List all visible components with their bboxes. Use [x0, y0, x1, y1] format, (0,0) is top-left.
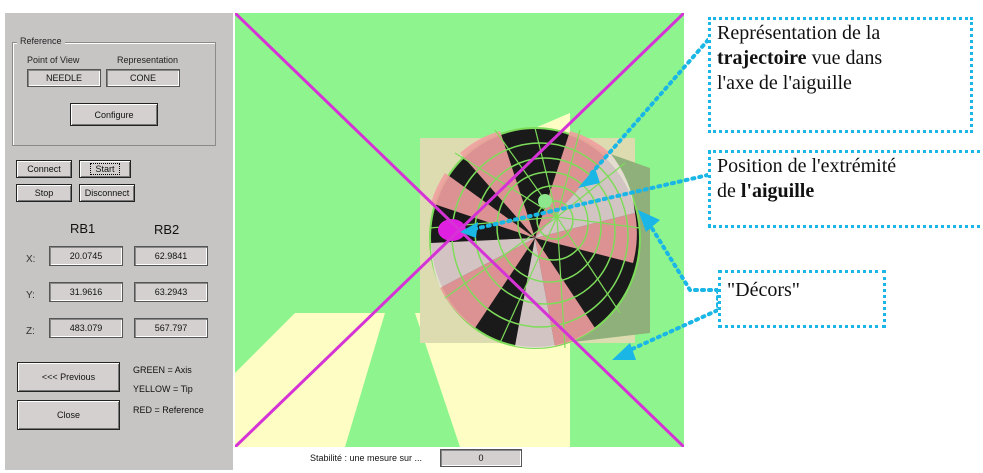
- annotation-needle-position: Position de l'extrémité de l'aiguille: [708, 150, 980, 228]
- previous-button[interactable]: <<< Previous: [17, 362, 120, 392]
- legend-green: GREEN = Axis: [133, 365, 192, 375]
- disconnect-button-label: Disconnect: [84, 188, 130, 198]
- start-button-label: Start: [90, 163, 120, 175]
- rb1-x-field: 20.0745: [49, 246, 123, 266]
- previous-button-label: <<< Previous: [41, 372, 96, 382]
- configure-button-label: Configure: [94, 109, 134, 120]
- disconnect-button[interactable]: Disconnect: [79, 184, 135, 202]
- rb1-header: RB1: [70, 221, 96, 236]
- rb2-y-field: 63.2943: [134, 282, 208, 302]
- stop-button[interactable]: Stop: [16, 184, 72, 202]
- annotation-position-pre: de: [717, 180, 741, 202]
- rb2-x-field: 62.9841: [134, 246, 208, 266]
- x-label: X:: [26, 254, 36, 265]
- annotation-decor: "Décors": [718, 270, 886, 328]
- connect-button-label: Connect: [27, 164, 61, 174]
- reference-title: Reference: [17, 36, 65, 46]
- z-label: Z:: [26, 326, 35, 337]
- app-window: Reference Point of View Representation N…: [0, 0, 983, 473]
- rb1-y-field: 31.9616: [49, 282, 123, 302]
- stability-label: Stabilité : une mesure sur ...: [310, 453, 423, 463]
- close-button-label: Close: [56, 410, 80, 420]
- annotation-decor-text: "Décors": [727, 279, 800, 301]
- annotation-trajectory-line3: l'axe de l'aiguille: [717, 72, 852, 94]
- stability-field: 0: [440, 449, 522, 467]
- annotation-position-line2: de l'aiguille: [717, 179, 974, 204]
- rb2-header: RB2: [154, 222, 180, 237]
- close-button[interactable]: Close: [17, 400, 120, 430]
- annotation-trajectory-bold: trajectoire: [717, 47, 807, 69]
- annotation-trajectory-line2: trajectoire vue dans: [717, 46, 964, 71]
- rb1-z-field: 483.079: [49, 318, 123, 338]
- point-of-view-label: Point of View: [27, 55, 80, 65]
- point-of-view-field: NEEDLE: [27, 69, 101, 87]
- 3d-view[interactable]: [235, 13, 684, 447]
- annotation-position-line1: Position de l'extrémité: [717, 155, 897, 177]
- representation-label: Representation: [117, 55, 179, 65]
- scene-svg: [235, 13, 684, 447]
- stop-button-label: Stop: [34, 188, 54, 198]
- annotation-trajectory-post: vue dans: [806, 47, 883, 69]
- y-label: Y:: [26, 290, 35, 301]
- annotation-trajectory-line1: Représentation de la: [717, 22, 881, 44]
- axis-marker: [538, 194, 552, 208]
- annotation-trajectory: Représentation de la trajectoire vue dan…: [708, 17, 973, 133]
- legend-yellow: YELLOW = Tip: [133, 384, 193, 394]
- rb2-z-field: 567.797: [134, 318, 208, 338]
- annotation-position-bold: l'aiguille: [740, 180, 815, 202]
- start-button[interactable]: Start: [79, 160, 131, 178]
- connect-button[interactable]: Connect: [16, 160, 72, 178]
- representation-field: CONE: [106, 69, 180, 87]
- configure-button[interactable]: Configure: [70, 103, 158, 126]
- legend-red: RED = Reference: [133, 405, 204, 415]
